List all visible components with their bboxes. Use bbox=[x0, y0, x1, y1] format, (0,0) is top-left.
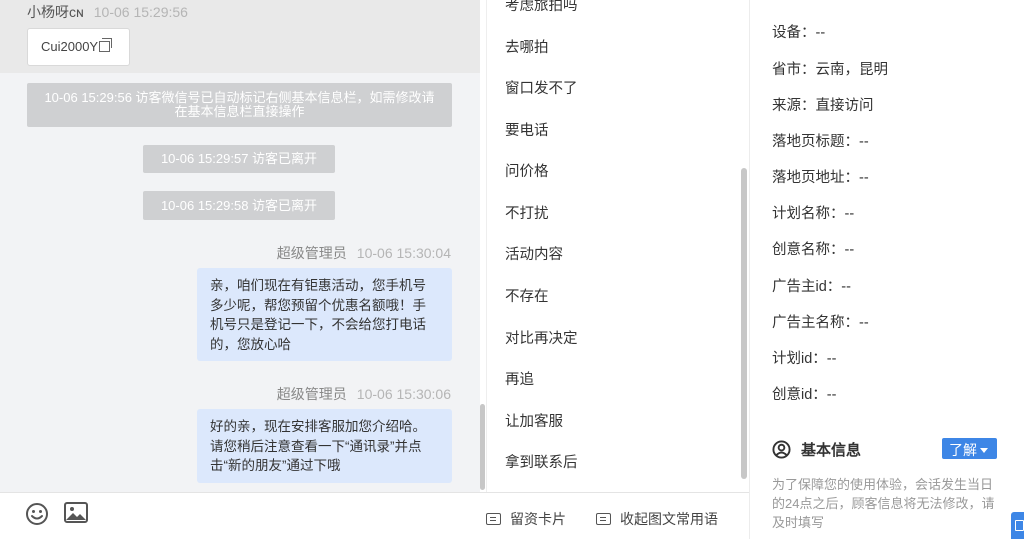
visitor-time: 10-06 15:29:56 bbox=[93, 4, 188, 20]
field-label: 创意名称： bbox=[772, 242, 845, 258]
image-icon[interactable] bbox=[64, 502, 88, 529]
info-field-plan-name: 计划名称：-- bbox=[772, 202, 854, 223]
field-value: 直接访问 bbox=[815, 98, 874, 114]
quick-reply-item[interactable]: 要电话 bbox=[505, 119, 549, 140]
quick-reply-item[interactable]: 问价格 bbox=[505, 160, 549, 181]
chat-panel: 小杨呀ᴄɴ 10-06 15:29:56 Cui2000Y 10-06 15:29… bbox=[0, 0, 480, 492]
sender-name: 超级管理员 bbox=[276, 245, 347, 261]
chat-scrollbar[interactable] bbox=[480, 404, 485, 490]
field-label: 计划id： bbox=[772, 351, 827, 367]
quick-reply-item[interactable]: 考虑旅拍吗 bbox=[505, 0, 578, 15]
field-label: 计划名称： bbox=[772, 206, 845, 222]
smile-icon[interactable] bbox=[25, 502, 49, 531]
field-value: -- bbox=[826, 387, 837, 403]
info-field-creative-id: 创意id：-- bbox=[772, 383, 836, 404]
info-field-landing-title: 落地页标题：-- bbox=[772, 130, 869, 151]
field-value: -- bbox=[815, 25, 826, 41]
sender-name: 超级管理员 bbox=[276, 386, 347, 402]
field-value: -- bbox=[844, 206, 855, 222]
info-field-region: 省市：云南，昆明 bbox=[772, 58, 888, 79]
edit-notice: 为了保障您的使用体验，会话发生当日的24点之后，顾客信息将无法修改，请及时填写 bbox=[772, 477, 995, 530]
visitor-header: 小杨呀ᴄɴ 10-06 15:29:56 bbox=[27, 2, 188, 22]
quick-reply-item[interactable]: 不存在 bbox=[505, 285, 549, 306]
quick-reply-item[interactable]: 活动内容 bbox=[505, 243, 563, 264]
caret-down-icon bbox=[980, 448, 988, 453]
learn-more-label: 了解 bbox=[949, 442, 977, 458]
info-field-source: 来源：直接访问 bbox=[772, 94, 874, 115]
quick-reply-item[interactable]: 不打扰 bbox=[505, 202, 549, 223]
field-value: -- bbox=[859, 134, 869, 150]
learn-more-dropdown[interactable]: 了解 bbox=[942, 438, 997, 459]
field-value: -- bbox=[859, 315, 869, 331]
agent-message-bubble: 好的亲，现在安排客服加您介绍哈。请您稍后注意查看一下“通讯录”并点击“新的朋友”… bbox=[197, 409, 452, 483]
basic-info-heading: 基本信息 bbox=[772, 439, 861, 463]
collapse-quick-reply-button[interactable]: 收起图文常用语 bbox=[596, 509, 718, 529]
wechat-id-text: Cui2000Y bbox=[41, 39, 99, 54]
message-header: 超级管理员 10-06 15:30:06 bbox=[277, 384, 451, 404]
info-field-device: 设备：-- bbox=[772, 21, 825, 42]
info-field-creative-name: 创意名称：-- bbox=[772, 238, 854, 259]
input-toolbar: 留资卡片 收起图文常用语 bbox=[0, 492, 749, 539]
floating-action-icon[interactable] bbox=[1011, 512, 1024, 539]
visitor-info-panel: 设备：-- 省市：云南，昆明 来源：直接访问 落地页标题：-- 落地页地址：--… bbox=[749, 0, 1024, 539]
field-label: 广告主名称： bbox=[772, 315, 859, 331]
lead-card-label: 留资卡片 bbox=[510, 511, 566, 527]
field-value: -- bbox=[841, 279, 851, 295]
system-message: 10-06 15:29:58 访客已离开 bbox=[143, 191, 335, 220]
quick-reply-item[interactable]: 去哪拍 bbox=[505, 36, 549, 57]
system-message: 10-06 15:29:56 访客微信号已自动标记右侧基本信息栏，如需修改请在基… bbox=[27, 83, 452, 127]
message-time: 10-06 15:30:04 bbox=[356, 245, 451, 261]
basic-info-title: 基本信息 bbox=[801, 442, 862, 459]
field-label: 来源： bbox=[772, 98, 816, 114]
quick-reply-item[interactable]: 对比再决定 bbox=[505, 327, 578, 348]
lead-card-button[interactable]: 留资卡片 bbox=[486, 509, 566, 529]
info-field-plan-id: 计划id：-- bbox=[772, 347, 836, 368]
field-value: 云南，昆明 bbox=[815, 62, 889, 78]
quick-reply-item[interactable]: 拿到联系后 bbox=[505, 451, 578, 472]
field-label: 落地页地址： bbox=[772, 170, 859, 186]
field-value: -- bbox=[859, 170, 869, 186]
user-circle-icon bbox=[772, 440, 791, 463]
info-field-landing-url: 落地页地址：-- bbox=[772, 166, 869, 187]
message-time: 10-06 15:30:06 bbox=[356, 386, 451, 402]
agent-message-bubble: 亲，咱们现在有钜惠活动，您手机号多少呢，帮您预留个优惠名额哦！手机号只是登记一下… bbox=[197, 268, 452, 361]
field-label: 省市： bbox=[772, 62, 816, 78]
quick-reply-scrollbar[interactable] bbox=[741, 168, 747, 479]
field-label: 落地页标题： bbox=[772, 134, 859, 150]
quick-reply-item[interactable]: 让加客服 bbox=[505, 410, 563, 431]
collapse-quick-reply-label: 收起图文常用语 bbox=[620, 511, 718, 527]
card-icon bbox=[486, 513, 501, 525]
field-label: 广告主id： bbox=[772, 279, 842, 295]
field-value: -- bbox=[844, 242, 855, 258]
field-label: 设备： bbox=[772, 25, 816, 41]
quick-reply-panel: 考虑旅拍吗 去哪拍 窗口发不了 要电话 问价格 不打扰 活动内容 不存在 对比再… bbox=[486, 0, 749, 492]
quick-reply-item[interactable]: 窗口发不了 bbox=[505, 77, 578, 98]
field-value: -- bbox=[826, 351, 837, 367]
visitor-name: 小杨呀ᴄɴ bbox=[27, 4, 84, 20]
message-header: 超级管理员 10-06 15:30:04 bbox=[277, 243, 451, 263]
wechat-id-chip[interactable]: Cui2000Y bbox=[27, 28, 130, 66]
copy-icon[interactable] bbox=[99, 38, 113, 52]
visitor-message: 小杨呀ᴄɴ 10-06 15:29:56 Cui2000Y bbox=[0, 0, 480, 73]
message-icon bbox=[596, 513, 611, 525]
quick-reply-item[interactable]: 再追 bbox=[505, 368, 534, 389]
info-field-advertiser-name: 广告主名称：-- bbox=[772, 311, 869, 332]
info-field-advertiser-id: 广告主id：-- bbox=[772, 275, 851, 296]
field-label: 创意id： bbox=[772, 387, 827, 403]
system-message: 10-06 15:29:57 访客已离开 bbox=[143, 145, 335, 173]
